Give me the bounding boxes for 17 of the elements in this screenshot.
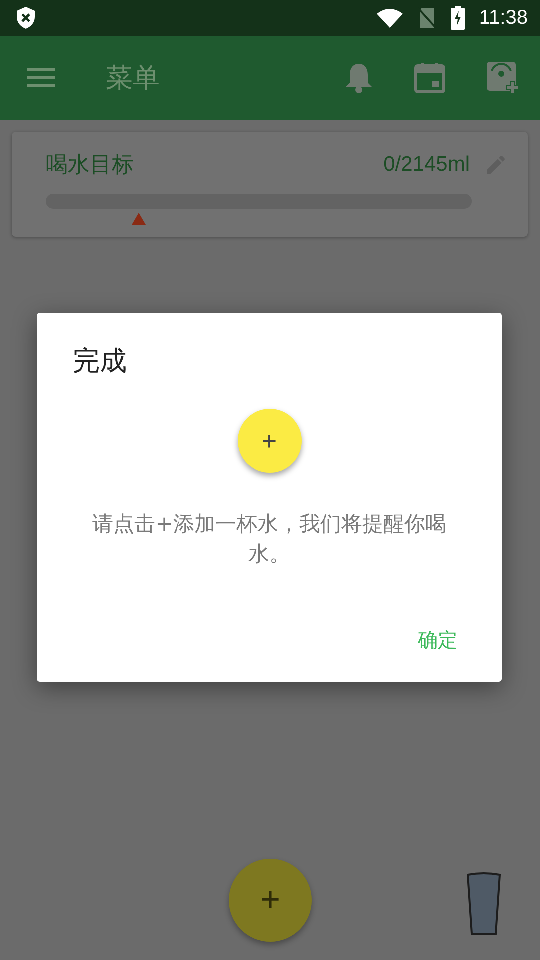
- shield-icon: [16, 6, 36, 30]
- wifi-icon: [377, 8, 404, 28]
- dialog-message: 请点击+添加一杯水，我们将提醒你喝水。: [92, 511, 448, 568]
- toolbar-title: 菜单: [106, 62, 160, 96]
- battery-icon: [451, 6, 466, 30]
- menu-icon[interactable]: [26, 67, 56, 89]
- bell-icon[interactable]: [344, 62, 374, 94]
- goal-title: 喝水目标: [46, 152, 134, 180]
- clock-time: 11:38: [479, 6, 528, 30]
- calendar-icon[interactable]: [414, 62, 446, 94]
- goal-amount: 0/2145ml: [384, 153, 470, 177]
- glass-icon[interactable]: [466, 872, 502, 936]
- confirm-button[interactable]: 确定: [410, 623, 466, 658]
- add-button[interactable]: +: [238, 409, 302, 473]
- triangle-marker-icon: [132, 213, 146, 225]
- dialog-title: 完成: [73, 345, 128, 379]
- add-water-button[interactable]: +: [229, 859, 312, 942]
